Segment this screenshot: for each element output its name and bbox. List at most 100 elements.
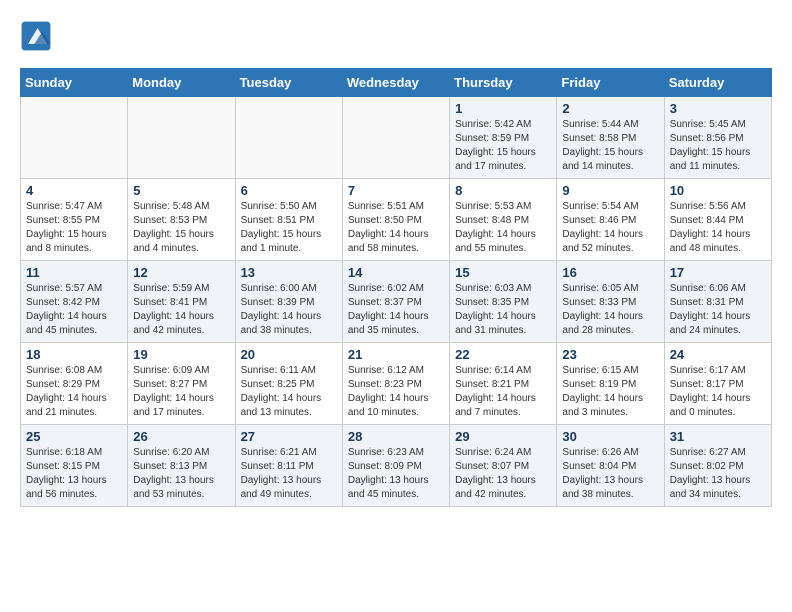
day-number: 9 — [562, 183, 658, 198]
calendar-day-cell — [342, 97, 449, 179]
calendar-day-cell: 4 Sunrise: 5:47 AM Sunset: 8:55 PM Daylig… — [21, 179, 128, 261]
calendar-day-cell — [235, 97, 342, 179]
weekday-header-saturday: Saturday — [664, 69, 771, 97]
weekday-header-tuesday: Tuesday — [235, 69, 342, 97]
day-info: Sunrise: 6:21 AM Sunset: 8:11 PM Dayligh… — [241, 446, 337, 502]
calendar-day-cell: 9 Sunrise: 5:54 AM Sunset: 8:46 PM Daylig… — [557, 179, 664, 261]
day-info: Sunrise: 5:56 AM Sunset: 8:44 PM Dayligh… — [670, 200, 766, 256]
calendar-week-row: 4 Sunrise: 5:47 AM Sunset: 8:55 PM Daylig… — [21, 179, 772, 261]
day-info: Sunrise: 6:14 AM Sunset: 8:21 PM Dayligh… — [455, 364, 551, 420]
calendar-day-cell: 18 Sunrise: 6:08 AM Sunset: 8:29 PM Dayli… — [21, 343, 128, 425]
day-number: 15 — [455, 265, 551, 280]
calendar-day-cell: 7 Sunrise: 5:51 AM Sunset: 8:50 PM Daylig… — [342, 179, 449, 261]
day-info: Sunrise: 6:08 AM Sunset: 8:29 PM Dayligh… — [26, 364, 122, 420]
day-number: 23 — [562, 347, 658, 362]
day-number: 21 — [348, 347, 444, 362]
day-number: 7 — [348, 183, 444, 198]
calendar-day-cell: 28Sunrise: 6:23 AM Sunset: 8:09 PM Dayli… — [342, 425, 449, 507]
day-number: 17 — [670, 265, 766, 280]
calendar-day-cell: 11 Sunrise: 5:57 AM Sunset: 8:42 PM Dayli… — [21, 261, 128, 343]
day-info: Sunrise: 6:11 AM Sunset: 8:25 PM Dayligh… — [241, 364, 337, 420]
weekday-header-friday: Friday — [557, 69, 664, 97]
calendar-day-cell: 29 Sunrise: 6:24 AM Sunset: 8:07 PM Dayli… — [450, 425, 557, 507]
day-info: Sunrise: 6:27 AM Sunset: 8:02 PM Dayligh… — [670, 446, 766, 502]
calendar-day-cell: 3 Sunrise: 5:45 AM Sunset: 8:56 PM Daylig… — [664, 97, 771, 179]
day-info: Sunrise: 5:54 AM Sunset: 8:46 PM Dayligh… — [562, 200, 658, 256]
calendar-day-cell: 8Sunrise: 5:53 AM Sunset: 8:48 PM Daylig… — [450, 179, 557, 261]
day-info: Sunrise: 5:51 AM Sunset: 8:50 PM Dayligh… — [348, 200, 444, 256]
weekday-header-monday: Monday — [128, 69, 235, 97]
calendar-day-cell: 6 Sunrise: 5:50 AM Sunset: 8:51 PM Daylig… — [235, 179, 342, 261]
calendar-day-cell — [128, 97, 235, 179]
day-info: Sunrise: 6:20 AM Sunset: 8:13 PM Dayligh… — [133, 446, 229, 502]
calendar-day-cell: 27Sunrise: 6:21 AM Sunset: 8:11 PM Dayli… — [235, 425, 342, 507]
day-number: 14 — [348, 265, 444, 280]
day-number: 29 — [455, 429, 551, 444]
weekday-header-sunday: Sunday — [21, 69, 128, 97]
day-info: Sunrise: 6:26 AM Sunset: 8:04 PM Dayligh… — [562, 446, 658, 502]
day-number: 31 — [670, 429, 766, 444]
day-number: 5 — [133, 183, 229, 198]
calendar-day-cell: 15 Sunrise: 6:03 AM Sunset: 8:35 PM Dayli… — [450, 261, 557, 343]
calendar-day-cell: 17 Sunrise: 6:06 AM Sunset: 8:31 PM Dayli… — [664, 261, 771, 343]
calendar-week-row: 25Sunrise: 6:18 AM Sunset: 8:15 PM Dayli… — [21, 425, 772, 507]
day-info: Sunrise: 6:03 AM Sunset: 8:35 PM Dayligh… — [455, 282, 551, 338]
calendar-day-cell: 26Sunrise: 6:20 AM Sunset: 8:13 PM Dayli… — [128, 425, 235, 507]
day-info: Sunrise: 5:48 AM Sunset: 8:53 PM Dayligh… — [133, 200, 229, 256]
calendar-day-cell: 24Sunrise: 6:17 AM Sunset: 8:17 PM Dayli… — [664, 343, 771, 425]
calendar-day-cell: 25Sunrise: 6:18 AM Sunset: 8:15 PM Dayli… — [21, 425, 128, 507]
calendar-day-cell: 12Sunrise: 5:59 AM Sunset: 8:41 PM Dayli… — [128, 261, 235, 343]
logo-icon — [20, 20, 52, 52]
day-info: Sunrise: 6:06 AM Sunset: 8:31 PM Dayligh… — [670, 282, 766, 338]
day-number: 20 — [241, 347, 337, 362]
day-info: Sunrise: 6:24 AM Sunset: 8:07 PM Dayligh… — [455, 446, 551, 502]
day-number: 10 — [670, 183, 766, 198]
day-number: 3 — [670, 101, 766, 116]
calendar-day-cell: 21 Sunrise: 6:12 AM Sunset: 8:23 PM Dayli… — [342, 343, 449, 425]
day-info: Sunrise: 5:57 AM Sunset: 8:42 PM Dayligh… — [26, 282, 122, 338]
calendar-day-cell: 14 Sunrise: 6:02 AM Sunset: 8:37 PM Dayli… — [342, 261, 449, 343]
day-number: 6 — [241, 183, 337, 198]
calendar-week-row: 1Sunrise: 5:42 AM Sunset: 8:59 PM Daylig… — [21, 97, 772, 179]
logo — [20, 20, 54, 52]
calendar-day-cell: 31 Sunrise: 6:27 AM Sunset: 8:02 PM Dayli… — [664, 425, 771, 507]
day-number: 25 — [26, 429, 122, 444]
day-number: 18 — [26, 347, 122, 362]
day-info: Sunrise: 5:59 AM Sunset: 8:41 PM Dayligh… — [133, 282, 229, 338]
calendar-day-cell: 2Sunrise: 5:44 AM Sunset: 8:58 PM Daylig… — [557, 97, 664, 179]
day-info: Sunrise: 6:02 AM Sunset: 8:37 PM Dayligh… — [348, 282, 444, 338]
calendar-day-cell: 22Sunrise: 6:14 AM Sunset: 8:21 PM Dayli… — [450, 343, 557, 425]
calendar-table: SundayMondayTuesdayWednesdayThursdayFrid… — [20, 68, 772, 507]
day-info: Sunrise: 5:50 AM Sunset: 8:51 PM Dayligh… — [241, 200, 337, 256]
calendar-day-cell: 23 Sunrise: 6:15 AM Sunset: 8:19 PM Dayli… — [557, 343, 664, 425]
day-number: 24 — [670, 347, 766, 362]
day-number: 19 — [133, 347, 229, 362]
day-info: Sunrise: 6:05 AM Sunset: 8:33 PM Dayligh… — [562, 282, 658, 338]
page-header — [20, 20, 772, 52]
calendar-day-cell: 5 Sunrise: 5:48 AM Sunset: 8:53 PM Daylig… — [128, 179, 235, 261]
weekday-header-wednesday: Wednesday — [342, 69, 449, 97]
day-number: 4 — [26, 183, 122, 198]
weekday-header-thursday: Thursday — [450, 69, 557, 97]
day-info: Sunrise: 6:23 AM Sunset: 8:09 PM Dayligh… — [348, 446, 444, 502]
calendar-week-row: 11 Sunrise: 5:57 AM Sunset: 8:42 PM Dayli… — [21, 261, 772, 343]
calendar-day-cell: 20 Sunrise: 6:11 AM Sunset: 8:25 PM Dayli… — [235, 343, 342, 425]
calendar-day-cell: 19 Sunrise: 6:09 AM Sunset: 8:27 PM Dayli… — [128, 343, 235, 425]
calendar-day-cell — [21, 97, 128, 179]
day-number: 16 — [562, 265, 658, 280]
day-info: Sunrise: 6:00 AM Sunset: 8:39 PM Dayligh… — [241, 282, 337, 338]
day-info: Sunrise: 6:12 AM Sunset: 8:23 PM Dayligh… — [348, 364, 444, 420]
weekday-header-row: SundayMondayTuesdayWednesdayThursdayFrid… — [21, 69, 772, 97]
calendar-day-cell: 13Sunrise: 6:00 AM Sunset: 8:39 PM Dayli… — [235, 261, 342, 343]
calendar-day-cell: 30Sunrise: 6:26 AM Sunset: 8:04 PM Dayli… — [557, 425, 664, 507]
day-info: Sunrise: 5:45 AM Sunset: 8:56 PM Dayligh… — [670, 118, 766, 174]
day-info: Sunrise: 5:47 AM Sunset: 8:55 PM Dayligh… — [26, 200, 122, 256]
calendar-day-cell: 1Sunrise: 5:42 AM Sunset: 8:59 PM Daylig… — [450, 97, 557, 179]
day-info: Sunrise: 5:53 AM Sunset: 8:48 PM Dayligh… — [455, 200, 551, 256]
day-info: Sunrise: 5:42 AM Sunset: 8:59 PM Dayligh… — [455, 118, 551, 174]
day-info: Sunrise: 5:44 AM Sunset: 8:58 PM Dayligh… — [562, 118, 658, 174]
calendar-week-row: 18 Sunrise: 6:08 AM Sunset: 8:29 PM Dayli… — [21, 343, 772, 425]
day-number: 11 — [26, 265, 122, 280]
day-info: Sunrise: 6:09 AM Sunset: 8:27 PM Dayligh… — [133, 364, 229, 420]
day-info: Sunrise: 6:15 AM Sunset: 8:19 PM Dayligh… — [562, 364, 658, 420]
